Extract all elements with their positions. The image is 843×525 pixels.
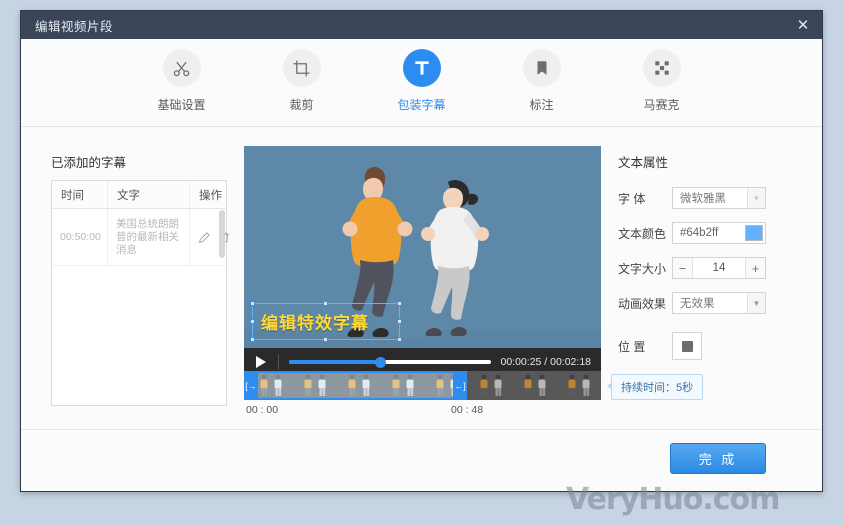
subtitle-list-panel: 已添加的字幕 时间 文字 操作 00:50:00 美国总统朗朗普的最新相关消息: [51, 152, 227, 406]
table-row[interactable]: 00:50:00 美国总统朗朗普的最新相关消息: [52, 209, 226, 266]
tab-subtitle[interactable]: 包装字幕: [381, 49, 463, 113]
text-color-label: 文本颜色: [618, 225, 672, 242]
timeline-selection[interactable]: [→ ←]: [244, 371, 467, 400]
dancer-figure-white: [412, 174, 496, 336]
cell-text: 美国总统朗朗普的最新相关消息: [107, 209, 189, 265]
column-header-time: 时间: [52, 181, 107, 208]
resize-handle-top-left[interactable]: [250, 301, 255, 306]
position-square-icon[interactable]: [672, 332, 702, 360]
trim-right-icon[interactable]: ←]: [453, 371, 467, 400]
resize-handle-middle-right[interactable]: [397, 319, 402, 324]
font-size-label: 文字大小: [618, 260, 672, 277]
tab-basic-settings[interactable]: 基础设置: [141, 49, 223, 113]
dialog-body: 基础设置 裁剪 包装字幕: [21, 39, 822, 491]
bookmark-icon: [523, 49, 561, 87]
timeline-panel: [→ ←] 00 : 00 00 : 48 持续时间：5秒: [244, 371, 644, 422]
resize-handle-bottom-right[interactable]: [397, 337, 402, 342]
animation-value: 无效果: [673, 295, 715, 311]
decrement-icon[interactable]: −: [673, 258, 693, 278]
dialog-footer: 完 成: [21, 429, 822, 491]
resize-handle-bottom-left[interactable]: [250, 337, 255, 342]
timeline-start-label: 00 : 00: [246, 404, 278, 416]
position-indicator: [682, 341, 693, 352]
tab-label: 裁剪: [289, 96, 313, 113]
crop-icon: [283, 49, 321, 87]
progress-knob[interactable]: [375, 357, 386, 368]
video-preview-panel: 编辑特效字幕: [244, 146, 601, 376]
tab-label: 基础设置: [157, 96, 205, 113]
font-size-row: 文字大小 − 14 +: [618, 257, 798, 279]
font-value: 微软雅黑: [673, 190, 726, 206]
tab-label: 标注: [529, 96, 553, 113]
text-color-input[interactable]: #64b2ff: [672, 222, 766, 244]
cell-time: 00:50:00: [52, 209, 107, 265]
tab-label: 包装字幕: [397, 96, 445, 113]
video-screen[interactable]: 编辑特效字幕: [244, 146, 601, 348]
close-icon[interactable]: ✕: [784, 11, 822, 39]
text-t-icon: [403, 49, 441, 87]
text-properties-title: 文本属性: [618, 152, 798, 171]
color-swatch[interactable]: [745, 225, 763, 241]
done-button[interactable]: 完 成: [670, 443, 766, 474]
subtitle-overlay-text: 编辑特效字幕: [253, 309, 369, 334]
subtitle-list-title: 已添加的字幕: [51, 152, 227, 171]
column-header-action: 操作: [189, 181, 226, 208]
edit-video-clip-dialog: 编辑视频片段 ✕ 基础设置 裁剪: [20, 10, 823, 492]
timeline-time-labels: 00 : 00 00 : 48: [244, 404, 601, 422]
duration-tooltip: 持续时间：5秒: [611, 374, 703, 400]
tab-annotation[interactable]: 标注: [501, 49, 583, 113]
tab-label: 马赛克: [643, 96, 679, 113]
pencil-icon[interactable]: [198, 231, 211, 244]
position-row: 位 置: [618, 332, 798, 360]
font-label: 字 体: [618, 190, 672, 207]
subtitle-table: 时间 文字 操作 00:50:00 美国总统朗朗普的最新相关消息: [51, 180, 227, 406]
chevron-down-icon: ▼: [747, 188, 765, 208]
trim-left-icon[interactable]: [→: [244, 371, 258, 400]
text-color-value: #64b2ff: [673, 227, 718, 239]
animation-label: 动画效果: [618, 295, 672, 312]
dialog-titlebar: 编辑视频片段 ✕: [21, 11, 822, 39]
subtitle-overlay-box[interactable]: 编辑特效字幕: [252, 303, 400, 340]
dialog-title: 编辑视频片段: [35, 16, 113, 35]
controls-divider: [278, 354, 279, 370]
text-properties-panel: 文本属性 字 体 微软雅黑 ▼ 文本颜色 #64b2ff: [618, 152, 798, 373]
scissors-icon: [163, 49, 201, 87]
subtitle-list-scrollbar[interactable]: [219, 210, 225, 258]
table-header-row: 时间 文字 操作: [52, 181, 226, 209]
animation-select[interactable]: 无效果 ▼: [672, 292, 766, 314]
font-select[interactable]: 微软雅黑 ▼: [672, 187, 766, 209]
position-label: 位 置: [618, 338, 672, 355]
progress-fill: [289, 360, 380, 364]
increment-icon[interactable]: +: [745, 258, 765, 278]
tab-mosaic[interactable]: 马赛克: [621, 49, 703, 113]
film-strip[interactable]: [→ ←]: [244, 371, 601, 400]
font-size-value[interactable]: 14: [693, 262, 745, 274]
chevron-down-icon: ▼: [747, 293, 765, 313]
font-row: 字 体 微软雅黑 ▼: [618, 187, 798, 209]
text-color-row: 文本颜色 #64b2ff: [618, 222, 798, 244]
tab-crop[interactable]: 裁剪: [261, 49, 343, 113]
column-header-text: 文字: [107, 181, 189, 208]
video-progress-slider[interactable]: [289, 360, 491, 364]
resize-handle-top-right[interactable]: [397, 301, 402, 306]
video-time-display: 00:00:25 / 00:02:18: [501, 356, 602, 368]
resize-handle-middle-left[interactable]: [250, 319, 255, 324]
mode-tabbar: 基础设置 裁剪 包装字幕: [21, 39, 822, 127]
mosaic-icon: [643, 49, 681, 87]
resize-handle-top-center[interactable]: [323, 301, 328, 306]
animation-row: 动画效果 无效果 ▼: [618, 292, 798, 314]
font-size-stepper[interactable]: − 14 +: [672, 257, 766, 279]
resize-handle-bottom-center[interactable]: [323, 337, 328, 342]
timeline-end-label: 00 : 48: [451, 404, 483, 416]
